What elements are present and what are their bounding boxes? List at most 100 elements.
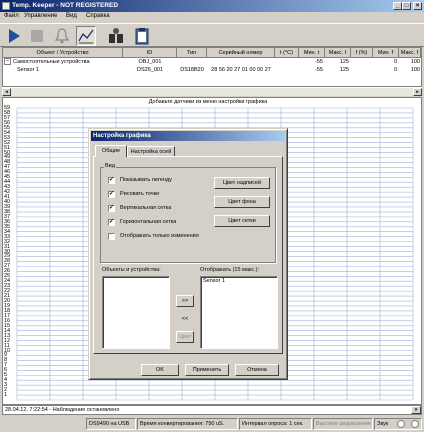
bell-icon[interactable] <box>52 26 72 46</box>
sound-indicator-icon <box>397 420 405 428</box>
row-tmax: 125 <box>339 59 349 65</box>
col-header-serial[interactable]: Серийный номер <box>207 48 275 58</box>
y-tick-label: 44 <box>4 179 11 186</box>
chart-icon[interactable] <box>76 26 96 46</box>
checkbox-label: Горизонтальная сетка <box>120 219 177 225</box>
status-bar: DS9490 на USB Время конвертирования: 750… <box>0 418 424 430</box>
scroll-right-button[interactable]: ▸ <box>413 88 422 96</box>
window-title: Temp. Keeper - NOT REGISTERED <box>12 2 119 9</box>
y-tick-label: 58 <box>4 109 11 116</box>
row-tmax: 125 <box>339 67 349 73</box>
y-tick-label: 22 <box>4 288 11 295</box>
title-bar[interactable]: Temp. Keeper - NOT REGISTERED _ □ × <box>0 0 424 12</box>
y-tick-label: 14 <box>4 327 11 334</box>
y-tick-label: 4 <box>4 377 8 384</box>
check-mark[interactable]: ✓ <box>108 205 115 212</box>
y-tick-label: 42 <box>4 189 11 196</box>
objects-list[interactable] <box>102 276 170 349</box>
menu-file[interactable]: Файл <box>4 13 19 19</box>
y-tick-label: 36 <box>4 218 11 225</box>
series-color-button[interactable]: Цвет <box>176 331 194 343</box>
tab-general[interactable]: Общие <box>95 145 127 157</box>
tab-panel: Вид ✓ Показывать легенду ✓ Рисовать точк… <box>93 156 283 354</box>
objects-label: Объекты и устройства: <box>102 267 161 273</box>
checkbox-label: Показывать легенду <box>120 177 172 183</box>
check-mark[interactable]: ✓ <box>108 191 115 198</box>
minimize-button[interactable]: _ <box>393 2 402 10</box>
y-tick-label: 50 <box>4 149 11 156</box>
check-mark[interactable]: ✓ <box>108 219 115 226</box>
y-tick-label: 2 <box>4 387 8 394</box>
list-item[interactable]: Sensor 1 <box>201 277 277 285</box>
remove-button[interactable]: << <box>176 313 194 325</box>
collapse-icon[interactable]: − <box>4 58 11 65</box>
play-icon[interactable] <box>4 26 24 46</box>
log-line: 28.04.12, 7:22:54 - Наблюдение остановле… <box>2 405 422 415</box>
maximize-button[interactable]: □ <box>402 2 411 10</box>
col-header-hum-min[interactable]: Мин. f <box>373 48 399 58</box>
col-header-hum-max[interactable]: Макс. f <box>399 48 421 58</box>
log-dropdown-button[interactable]: ▾ <box>411 406 421 414</box>
menu-control[interactable]: Управление <box>24 13 57 19</box>
col-header-object[interactable]: Объект / Устройство <box>3 48 123 58</box>
stop-icon[interactable] <box>27 26 47 46</box>
status-poll: Интервал опроса: 1 сек. <box>239 418 312 430</box>
label-color-button[interactable]: Цвет надписей <box>214 177 270 189</box>
row-fmin: 0 <box>393 59 397 65</box>
log-message: 28.04.12, 7:22:54 - Наблюдение остановле… <box>5 407 120 413</box>
col-header-hum[interactable]: f (%) <box>351 48 373 58</box>
toolbar <box>0 23 424 47</box>
row-tmin: -55 <box>315 59 323 65</box>
y-tick-label: 32 <box>4 238 11 245</box>
clipboard-icon[interactable] <box>132 26 152 46</box>
view-group-label: Вид <box>104 163 116 169</box>
dialog-title[interactable]: Настройка графика <box>91 131 285 141</box>
y-tick-label: 46 <box>4 169 11 176</box>
y-tick-label: 34 <box>4 228 11 235</box>
cancel-button[interactable]: Отмена <box>235 364 279 376</box>
table-hscrollbar[interactable]: ◂ ▸ <box>2 87 422 96</box>
col-header-temp-max[interactable]: Макс. t <box>325 48 351 58</box>
row-fmin: 0 <box>393 67 397 73</box>
col-header-temp[interactable]: t (°C) <box>275 48 299 58</box>
checkbox-label: Вертикальная сетка <box>120 205 172 211</box>
row-name: Самостоятельные устройства <box>13 59 90 65</box>
background-color-button[interactable]: Цвет фона <box>214 196 270 208</box>
check-mark[interactable]: ✓ <box>108 177 115 184</box>
device-table: Объект / Устройство ID Тип Серийный номе… <box>2 47 422 87</box>
status-indicator-icon <box>411 420 419 428</box>
checkbox-label: Отображать только изменения <box>120 233 199 239</box>
y-tick-label: 38 <box>4 208 11 215</box>
y-tick-label: 28 <box>4 258 11 265</box>
devices-icon[interactable] <box>106 26 126 46</box>
ok-button[interactable]: OK <box>141 364 179 376</box>
scroll-left-button[interactable]: ◂ <box>2 88 11 96</box>
row-serial: 28 56 20 27 01 00 00 27 <box>211 67 271 73</box>
row-fmax: 100 <box>410 59 420 65</box>
grid-color-button[interactable]: Цвет сетки <box>214 215 270 227</box>
menu-help[interactable]: Справка <box>86 13 110 19</box>
status-conversion: Время конвертирования: 750 uS. <box>137 418 238 430</box>
row-fmax: 100 <box>410 67 420 73</box>
checkbox-box[interactable] <box>108 233 115 240</box>
status-usb: DS9490 на USB <box>86 418 136 430</box>
status-sound: Звук <box>374 418 422 430</box>
apply-button[interactable]: Применить <box>185 364 229 376</box>
y-tick-label: 26 <box>4 268 11 275</box>
app-icon <box>2 2 10 10</box>
y-tick-label: 48 <box>4 159 11 166</box>
chart-settings-dialog: Настройка графика Общие Настройка осей В… <box>88 128 288 380</box>
col-header-temp-min[interactable]: Мин. t <box>299 48 325 58</box>
y-tick-label: 12 <box>4 337 11 344</box>
y-tick-label: 24 <box>4 278 11 285</box>
col-header-type[interactable]: Тип <box>177 48 207 58</box>
menu-view[interactable]: Вид <box>66 13 77 19</box>
y-tick-label: 6 <box>4 367 8 374</box>
close-button[interactable]: × <box>413 2 422 10</box>
col-header-id[interactable]: ID <box>123 48 177 58</box>
display-list[interactable]: Sensor 1 <box>200 276 278 349</box>
add-button[interactable]: >> <box>176 295 194 307</box>
checkbox-label: Рисовать точки <box>120 191 160 197</box>
row-id: DS26_001 <box>137 67 163 73</box>
display-label: Отображать (15 макс.): <box>200 267 260 273</box>
